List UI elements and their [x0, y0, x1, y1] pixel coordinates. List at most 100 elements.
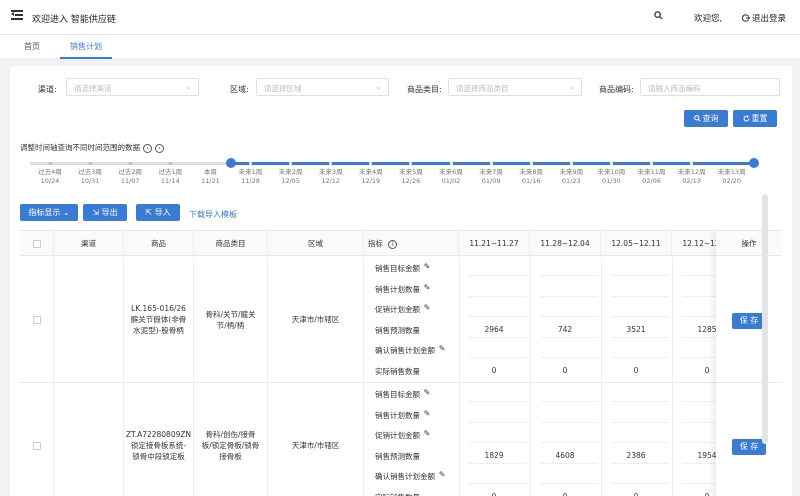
region-select[interactable]: 请选择区域 ⌄ [256, 78, 389, 96]
timeline-tick[interactable] [529, 162, 533, 165]
forecast-value: 4608 [555, 450, 575, 460]
timeline-label: 过去3周 10/31 [70, 168, 110, 186]
import-icon: ⇱ [145, 208, 153, 217]
timeline-start-handle[interactable] [226, 158, 236, 168]
vertical-scrollbar[interactable] [762, 194, 768, 444]
timeline-date-label: 01/23 [561, 177, 581, 185]
cell-underline [611, 295, 669, 297]
reset-button[interactable]: 重置 [733, 110, 777, 127]
cell-underline [611, 316, 669, 317]
select-all-checkbox[interactable] [32, 240, 41, 248]
timeline-label: 未来8周 01/16 [511, 168, 551, 186]
timeline-tick[interactable] [449, 162, 453, 165]
header-product: 商品 [124, 231, 194, 256]
region-cell: 天津市/市辖区 [268, 383, 364, 496]
cell-underline [540, 295, 598, 297]
column-divider [459, 383, 460, 496]
timeline-week-label: 未来13周 [717, 168, 746, 176]
import-button[interactable]: ⇱ 导入 [136, 204, 180, 221]
query-button[interactable]: 查询 [684, 110, 728, 127]
cell-underline [469, 275, 527, 276]
actual-value: 0 [562, 365, 568, 375]
cell-underline [469, 462, 527, 464]
header-operation: 操作 [716, 231, 782, 256]
timeline-tick[interactable] [489, 162, 493, 165]
tab-sales-plan[interactable]: 销售计划 [70, 41, 102, 52]
edit-icon[interactable]: ✎ [439, 470, 446, 479]
tab-home[interactable]: 首页 [24, 41, 40, 52]
category-select[interactable]: 请选择商品类目 ⌄ [448, 78, 582, 96]
timeline-date-label: 12/05 [281, 177, 300, 185]
chevron-down-icon: ⌄ [62, 208, 70, 217]
info-icon[interactable]: i [388, 240, 398, 249]
cell-underline [540, 275, 598, 276]
row-checkbox[interactable] [32, 315, 41, 324]
timeline-tick[interactable] [650, 162, 653, 165]
timeline-label: 过去4周 10/24 [30, 168, 70, 186]
edit-icon[interactable]: ✎ [424, 429, 431, 438]
chevron-left-icon[interactable]: ‹ [143, 144, 152, 153]
query-label: 查询 [702, 114, 719, 123]
cell-underline [540, 421, 598, 423]
tab-bar: 首页 销售计划 [0, 35, 800, 59]
main-content: 渠道: 请选择渠道 ⌄ 区域: 请选择区域 ⌄ 商品类目: 请选择商品类目 ⌄ … [10, 66, 792, 496]
channel-select[interactable]: 请选择渠道 ⌄ [66, 78, 199, 96]
timeline-tick[interactable] [48, 162, 52, 165]
timeline-tick[interactable] [88, 162, 92, 165]
timeline-label: 未来5周 12/26 [391, 168, 431, 186]
timeline-week-label: 未来6周 [439, 168, 463, 176]
logout-button[interactable]: 退出登录 [741, 12, 786, 24]
edit-icon[interactable]: ✎ [424, 283, 431, 292]
timeline-tick[interactable] [609, 162, 613, 165]
timeline-label: 过去2周 11/07 [110, 168, 150, 186]
edit-icon[interactable]: ✎ [424, 409, 431, 418]
code-input[interactable]: 请输入商品编码 [640, 78, 780, 96]
menu-fold-icon[interactable] [11, 10, 23, 20]
category-placeholder: 请选择商品类目 [456, 84, 509, 93]
metric-label: 销售计划数量 [375, 410, 420, 420]
timeline-label: 未来3周 12/12 [311, 168, 351, 186]
metric-label: 销售预测数量 [375, 325, 420, 335]
export-label: 导出 [101, 208, 118, 217]
channel-cell [54, 257, 124, 383]
timeline-label: 未来13周 02/20 [712, 168, 752, 186]
timeline-date-label: 02/06 [642, 177, 661, 185]
timeline-date-label: 11/14 [160, 177, 180, 185]
timeline-tick[interactable] [168, 162, 172, 165]
forecast-value: 2386 [626, 450, 646, 460]
column-divider [601, 257, 602, 383]
save-button[interactable]: 保 存 [732, 439, 766, 455]
chevron-right-icon[interactable]: › [155, 144, 164, 153]
cell-underline [611, 462, 669, 464]
cell-underline [611, 442, 669, 443]
timeline-end-handle[interactable] [749, 158, 759, 168]
edit-icon[interactable]: ✎ [424, 303, 431, 312]
save-button[interactable]: 保 存 [732, 313, 766, 329]
cell-underline [540, 462, 598, 464]
timeline-tick[interactable] [249, 162, 252, 165]
region-cell: 天津市/市辖区 [268, 257, 364, 383]
cell-underline [469, 401, 527, 402]
metric-label: 实际销售数量 [375, 366, 420, 376]
download-template-link[interactable]: 下载导入模板 [189, 209, 237, 220]
product-cell: LK.165-016/26 髌关节假体(非骨 水泥型)-股骨柄 [124, 257, 194, 383]
timeline-label: 未来6周 01/02 [431, 168, 471, 186]
timeline-date-label: 02/13 [682, 177, 701, 185]
header-channel: 渠道 [54, 231, 124, 256]
cell-underline [611, 357, 669, 358]
export-button[interactable]: ⇲ 导出 [83, 204, 127, 221]
timeline-label: 未来11周 02/06 [632, 168, 672, 186]
metric-label: 促销计划金额 [375, 431, 420, 440]
category-cell: 骨科/关节/髋关 节/柄/柄 [194, 257, 268, 383]
row-checkbox[interactable] [32, 441, 41, 450]
product-cell: ZT.A72280809ZN 锁定接骨板系统- 锁骨中段锁定板 [124, 383, 194, 496]
actual-value: 0 [562, 491, 568, 496]
cell-underline [611, 336, 669, 338]
timeline-tick[interactable] [569, 162, 573, 165]
indicator-display-button[interactable]: 指标显示 ⌄ [20, 204, 78, 221]
edit-icon[interactable]: ✎ [424, 388, 431, 397]
edit-icon[interactable]: ✎ [424, 262, 431, 271]
edit-icon[interactable]: ✎ [439, 344, 446, 353]
search-icon[interactable] [654, 11, 663, 20]
timeline-tick[interactable] [128, 162, 132, 165]
